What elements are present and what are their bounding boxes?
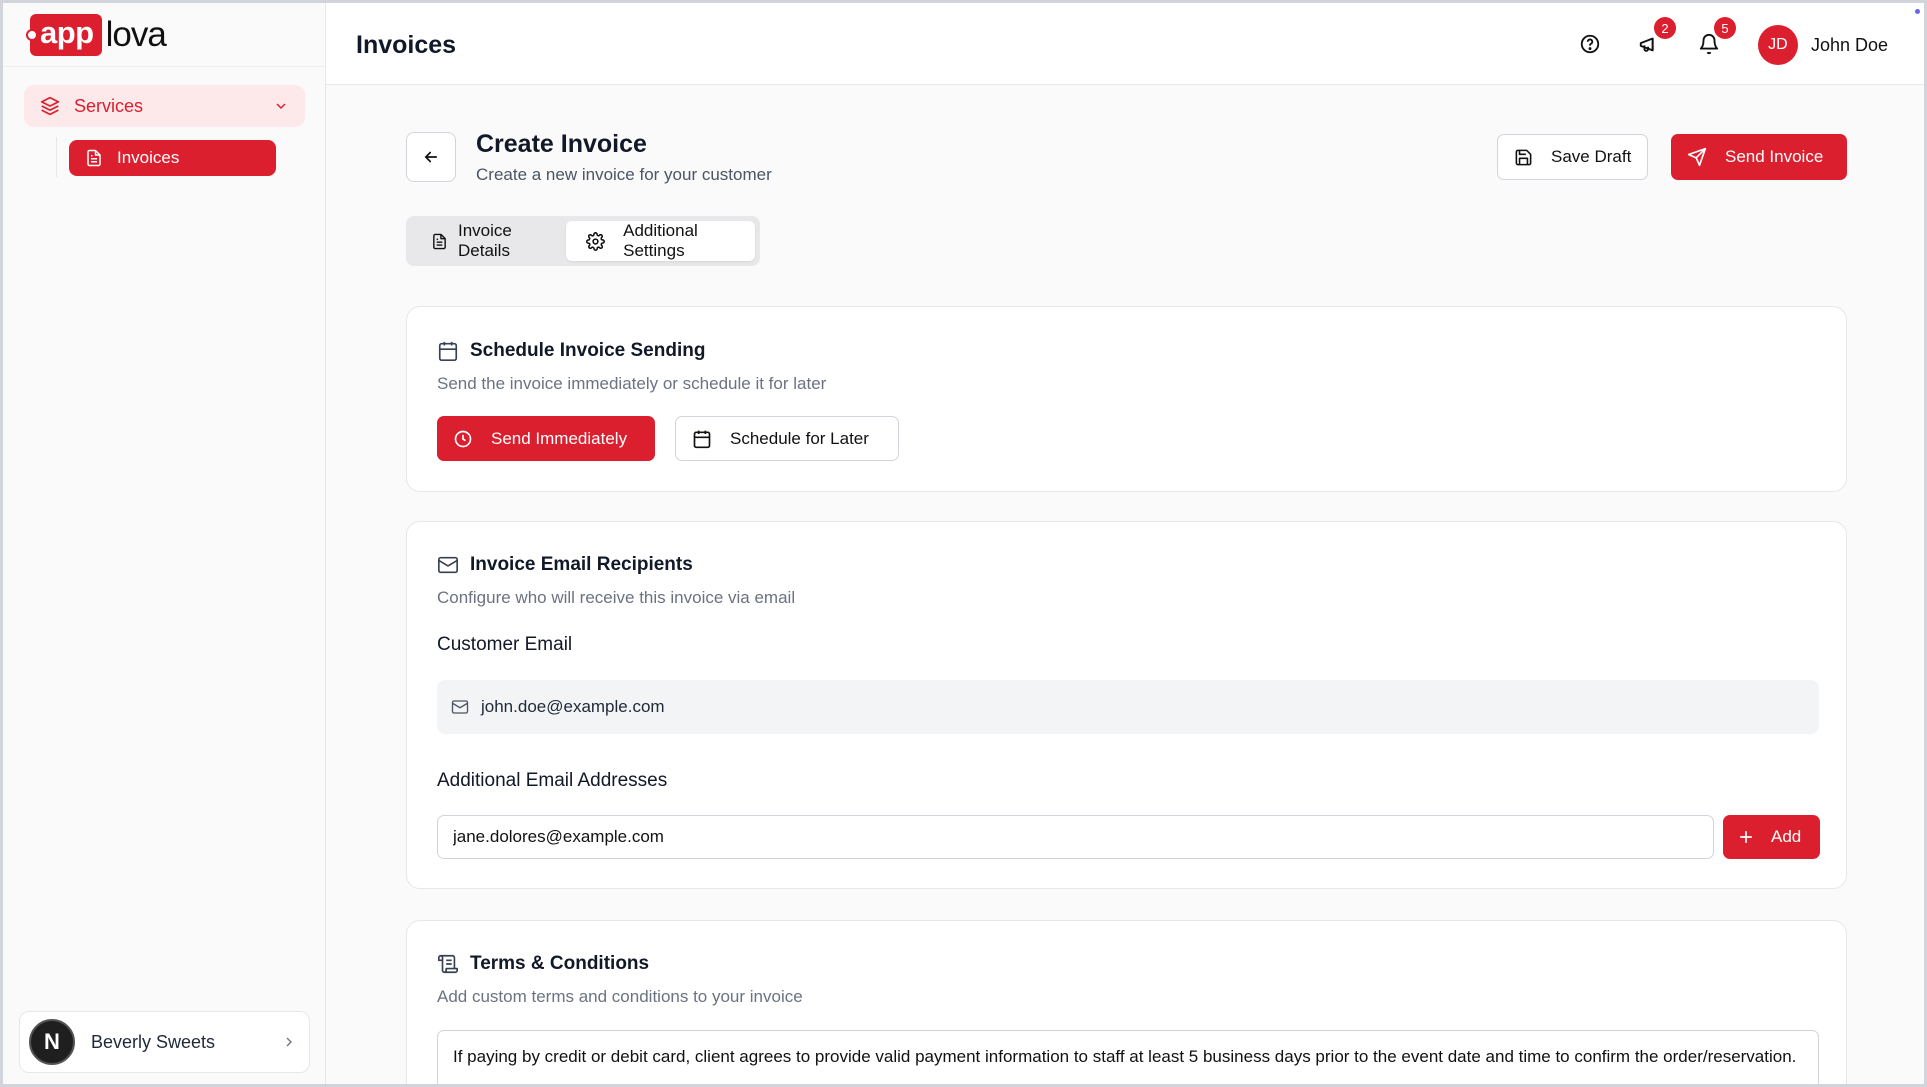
recipients-card: Invoice Email Recipients Configure who w… [406, 521, 1847, 889]
card-title-text: Terms & Conditions [470, 953, 650, 974]
tab-list: Invoice Details Additional Settings [406, 216, 760, 266]
card-title-text: Invoice Email Recipients [470, 554, 693, 575]
clock-icon [453, 429, 473, 449]
tab-additional-settings[interactable]: Additional Settings [566, 221, 755, 261]
user-name: John Doe [1810, 34, 1888, 55]
additional-email-input[interactable] [437, 815, 1714, 859]
help-button[interactable] [1578, 32, 1602, 56]
file-text-icon [85, 149, 103, 167]
main-content: Invoices 2 5 JD John Doe Create Invoice … [326, 3, 1924, 1084]
send-immediately-label: Send Immediately [491, 428, 628, 448]
sidebar-item-services[interactable]: Services [24, 85, 305, 127]
send-immediately-button[interactable]: Send Immediately [437, 416, 655, 461]
arrow-left-icon [422, 148, 440, 166]
announcements-badge: 2 [1654, 17, 1676, 39]
tab-label: Additional Settings [623, 221, 698, 260]
schedule-later-button[interactable]: Schedule for Later [675, 416, 899, 461]
gear-icon [586, 231, 606, 251]
card-subtitle: Configure who will receive this invoice … [437, 588, 796, 607]
terms-card: Terms & Conditions Add custom terms and … [406, 920, 1847, 1084]
organization-switcher[interactable]: N Beverly Sweets [19, 1011, 310, 1073]
additional-email-label: Additional Email Addresses [437, 770, 668, 791]
user-menu[interactable]: JD John Doe [1757, 25, 1888, 65]
card-title-text: Schedule Invoice Sending [470, 340, 706, 361]
save-icon [1514, 148, 1533, 167]
org-avatar: N [29, 1019, 75, 1065]
notifications-button[interactable]: 5 [1697, 17, 1736, 56]
save-draft-label: Save Draft [1551, 147, 1632, 166]
chevron-down-icon [273, 98, 289, 114]
back-button[interactable] [406, 132, 456, 182]
customer-email-value: john.doe@example.com [481, 697, 665, 716]
subnav-divider [56, 137, 57, 177]
schedule-card: Schedule Invoice Sending Send the invoic… [406, 306, 1847, 492]
card-title: Terms & Conditions [437, 953, 649, 975]
sidebar-item-label: Invoices [117, 148, 180, 167]
help-circle-icon [1579, 33, 1601, 55]
add-email-label: Add [1771, 827, 1802, 846]
terms-textarea[interactable]: If paying by credit or debit card, clien… [437, 1030, 1819, 1084]
send-invoice-label: Send Invoice [1725, 147, 1824, 166]
save-draft-button[interactable]: Save Draft [1497, 134, 1649, 180]
send-invoice-button[interactable]: Send Invoice [1671, 134, 1847, 180]
form-subtitle: Create a new invoice for your customer [476, 165, 772, 184]
logo-text: lova [105, 14, 167, 54]
logo-box: app [26, 13, 102, 56]
mail-icon [451, 698, 469, 716]
scroll-icon [437, 953, 459, 975]
mail-icon [437, 554, 459, 576]
status-dot [1915, 9, 1920, 14]
calendar-icon [692, 429, 712, 449]
schedule-later-label: Schedule for Later [730, 428, 869, 448]
card-subtitle: Add custom terms and conditions to your … [437, 987, 803, 1006]
megaphone-icon [1638, 33, 1660, 55]
plus-icon [1737, 828, 1755, 846]
brand-logo[interactable]: app lova [3, 3, 325, 67]
tab-invoice-details[interactable]: Invoice Details [411, 221, 566, 261]
notifications-badge: 5 [1714, 17, 1736, 39]
calendar-icon [437, 340, 459, 362]
page-title: Invoices [356, 31, 457, 59]
chevron-right-icon [281, 1034, 297, 1050]
send-icon [1687, 147, 1707, 167]
sidebar: app lova Services Invoices N Beverly Swe… [3, 3, 326, 1084]
customer-email-field: john.doe@example.com [437, 680, 1819, 734]
tab-label: Invoice Details [458, 221, 512, 260]
layers-icon [40, 96, 60, 116]
form-title: Create Invoice [476, 130, 647, 158]
sidebar-item-invoices[interactable]: Invoices [69, 140, 276, 176]
org-name: Beverly Sweets [91, 1031, 216, 1052]
card-title: Schedule Invoice Sending [437, 340, 705, 362]
top-bar: Invoices 2 5 JD John Doe [326, 3, 1924, 85]
announcements-button[interactable]: 2 [1637, 17, 1676, 56]
card-subtitle: Send the invoice immediately or schedule… [437, 374, 827, 393]
sidebar-item-label: Services [74, 95, 144, 116]
bell-icon [1698, 33, 1720, 55]
add-email-button[interactable]: Add [1723, 815, 1820, 859]
card-title: Invoice Email Recipients [437, 554, 693, 576]
avatar: JD [1757, 25, 1798, 65]
customer-email-label: Customer Email [437, 634, 573, 655]
app-window: app lova Services Invoices N Beverly Swe… [0, 0, 1927, 1087]
file-text-icon [431, 233, 448, 250]
